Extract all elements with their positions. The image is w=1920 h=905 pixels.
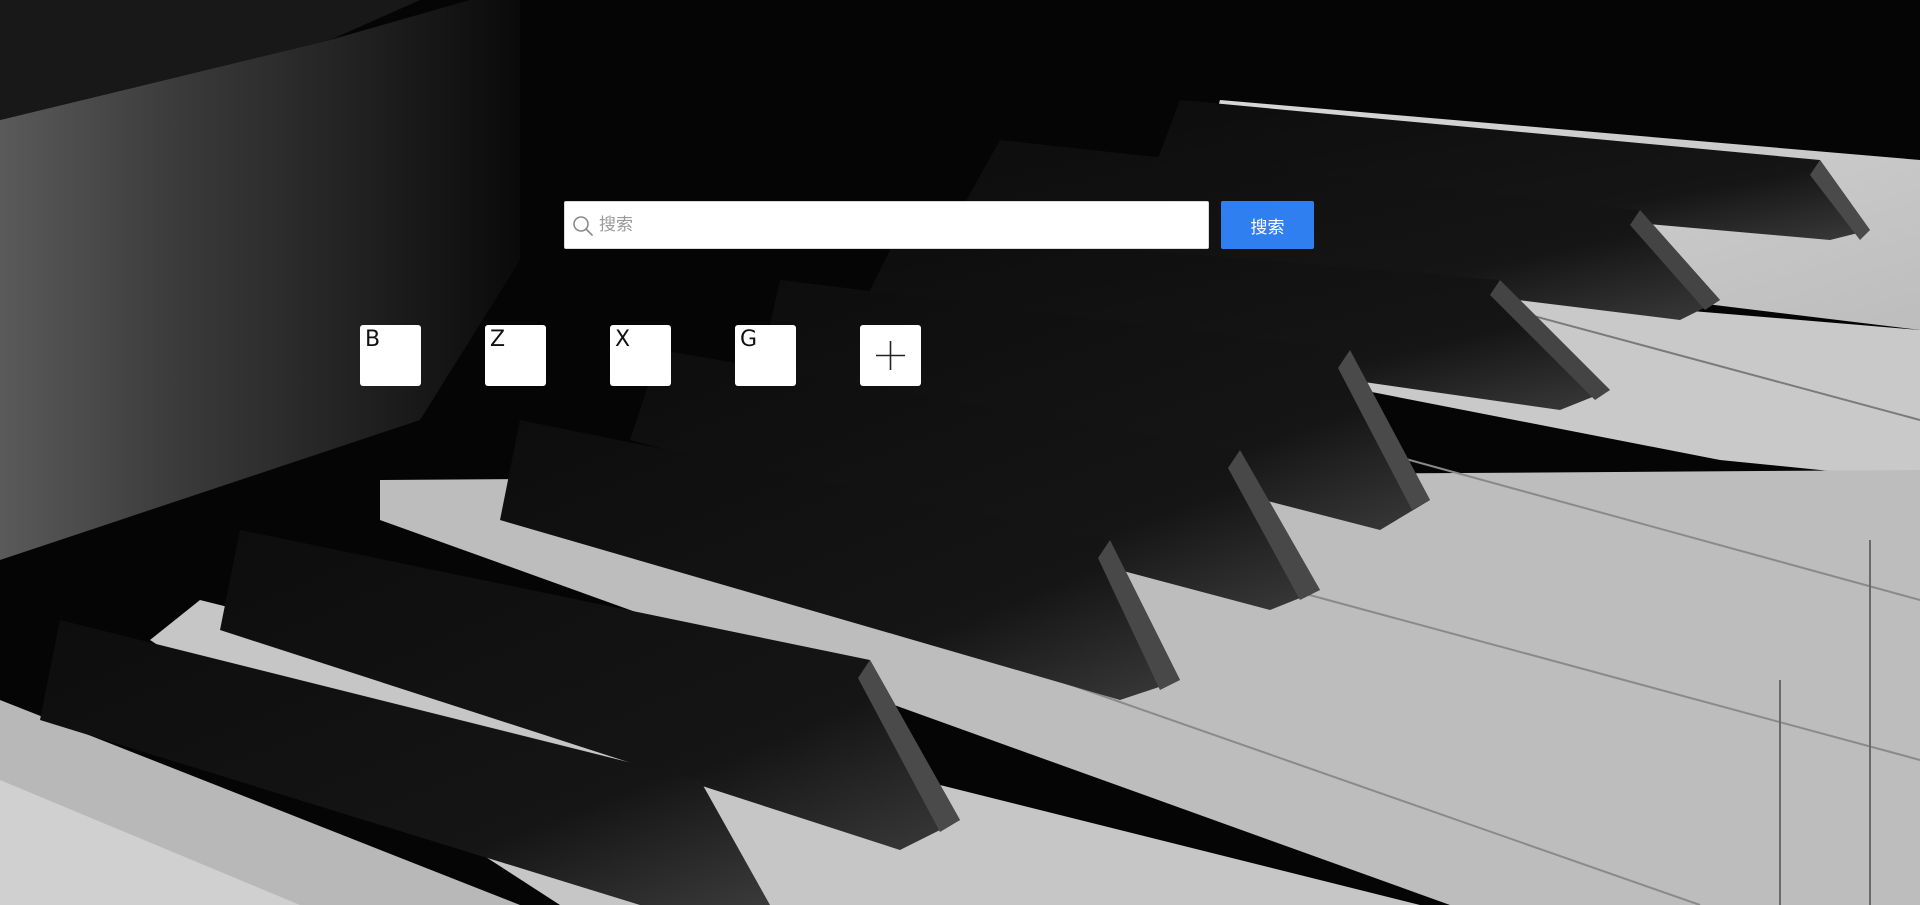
shortcut-tile-g[interactable]: G [735,325,796,386]
shortcut-tile-x[interactable]: X [610,325,671,386]
search-box[interactable] [564,201,1209,249]
search-input[interactable] [599,202,1199,248]
shortcut-tiles: B Z X G [360,325,1060,386]
shortcut-tile-z[interactable]: Z [485,325,546,386]
search-bar: 搜索 [564,201,1314,249]
search-button[interactable]: 搜索 [1221,201,1314,249]
background-image-piano-keys [0,0,1920,905]
shortcut-label: G [740,327,758,352]
shortcut-label: Z [490,327,506,352]
shortcut-tile-b[interactable]: B [360,325,421,386]
page: 搜索 B Z X G [0,0,1920,905]
search-icon [573,216,593,236]
plus-icon [876,341,905,370]
shortcut-label: B [365,327,381,352]
shortcut-label: X [615,327,631,352]
add-shortcut-button[interactable] [860,325,921,386]
